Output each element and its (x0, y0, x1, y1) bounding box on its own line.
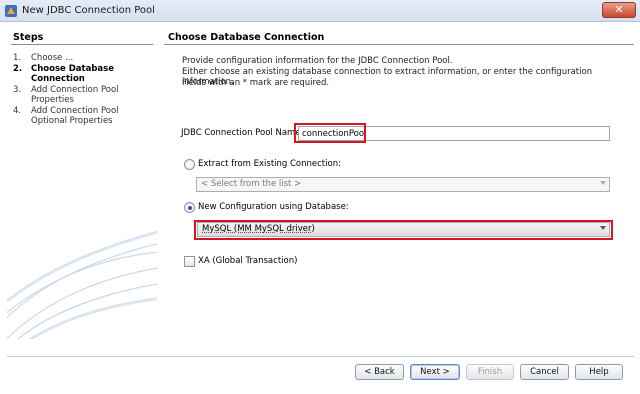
new-config-radio[interactable] (184, 202, 195, 213)
description-line: Provide configuration information for th… (182, 56, 453, 66)
step-label: Choose ... (31, 53, 74, 63)
back-button[interactable]: < Back (355, 364, 404, 380)
page-title: Choose Database Connection (168, 32, 325, 43)
highlight-box (194, 220, 613, 240)
step-number: 4. (13, 106, 22, 116)
content-divider (164, 44, 634, 45)
extract-radio[interactable] (184, 159, 195, 170)
description-line: Fields with an * mark are required. (182, 78, 330, 88)
step-number: 1. (13, 53, 22, 63)
steps-divider (11, 44, 153, 45)
existing-connection-value: < Select from the list > (201, 179, 302, 189)
footer-divider (7, 356, 634, 357)
decorative-swirl-image (7, 230, 157, 339)
steps-panel: Steps 1. Choose ... 2. Choose Database C… (7, 29, 157, 339)
existing-connection-select[interactable]: < Select from the list > (196, 177, 610, 192)
content-panel: Choose Database Connection Provide confi… (164, 29, 634, 354)
help-button[interactable]: Help (575, 364, 623, 380)
next-button[interactable]: Next > (410, 364, 460, 380)
new-config-label: New Configuration using Database: (198, 202, 349, 212)
step-number: 2. (13, 64, 23, 74)
extract-label: Extract from Existing Connection: (198, 159, 341, 169)
step-number: 3. (13, 85, 22, 95)
netbeans-app-icon (5, 5, 17, 17)
highlight-box (294, 123, 366, 143)
window-title: New JDBC Connection Pool (22, 5, 155, 16)
cancel-button[interactable]: Cancel (520, 364, 569, 380)
close-button[interactable]: ✕ (602, 2, 636, 18)
steps-heading: Steps (13, 32, 44, 43)
xa-label: XA (Global Transaction) (198, 256, 298, 266)
step-label: Add Connection Pool Optional Properties (31, 106, 119, 126)
dialog-window: New JDBC Connection Pool ✕ Steps 1. Choo… (0, 0, 640, 394)
finish-button[interactable]: Finish (466, 364, 514, 380)
pool-name-label: JDBC Connection Pool Name:* (181, 128, 308, 138)
chevron-down-icon (600, 181, 606, 185)
step-label: Add Connection Pool Properties (31, 85, 119, 105)
step-label: Choose Database Connection (31, 64, 114, 84)
title-bar: New JDBC Connection Pool ✕ (0, 0, 640, 22)
xa-checkbox[interactable] (184, 256, 195, 267)
